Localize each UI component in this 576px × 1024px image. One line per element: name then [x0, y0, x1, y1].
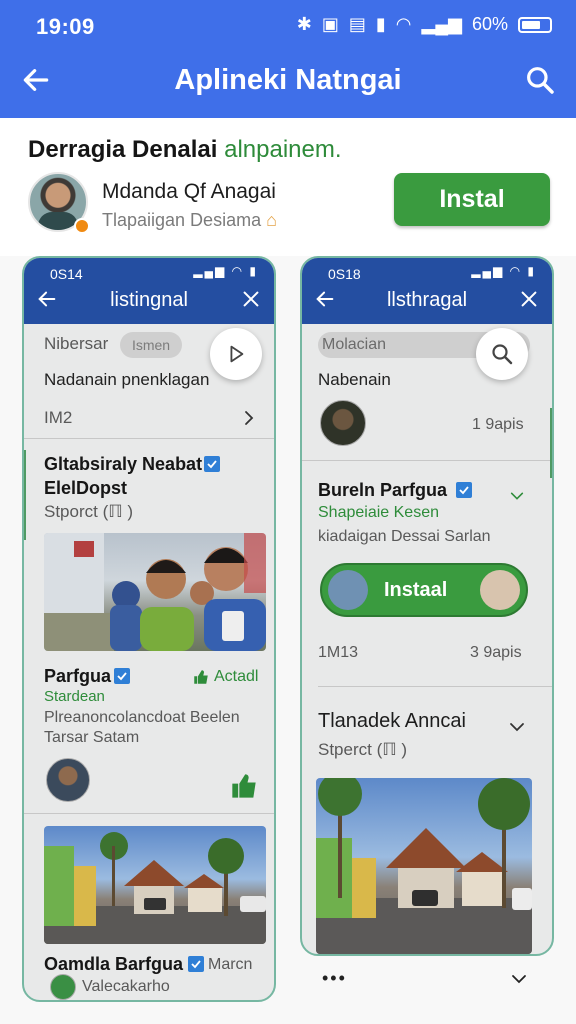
list-row-2[interactable]: IM2	[44, 408, 72, 428]
search-icon[interactable]	[524, 64, 556, 96]
chevron-down-icon[interactable]	[506, 718, 528, 736]
verified-icon	[456, 482, 472, 498]
divider	[24, 813, 274, 814]
post-tag: Marcn	[208, 956, 253, 973]
calendar-icon: ▣	[321, 14, 339, 34]
install-pill-button[interactable]: Instaal	[320, 563, 528, 617]
chevron-right-icon[interactable]	[240, 408, 258, 428]
list-row-1[interactable]: Nadanain pnenklagan	[44, 370, 209, 390]
list-row-1[interactable]: Nabenain	[318, 370, 391, 390]
install-button[interactable]: Instal	[394, 173, 550, 226]
selfie-photo[interactable]	[44, 533, 266, 651]
headline: Derragia Denalai alnpainem.	[28, 136, 342, 164]
post-author-2: Oamdla Barfgua	[44, 954, 184, 974]
verified-icon	[114, 668, 130, 684]
status-time: 19:09	[36, 14, 95, 39]
card-status-icons: ▂▄▆ ◠ ▮	[193, 264, 258, 278]
app-bar: Aplineki Natngai	[0, 52, 576, 118]
card-time: 0S14	[50, 266, 83, 282]
post-title: Tlanadek Anncai	[318, 710, 466, 732]
card-right-header: 0S18 ▂▄▆ ◠ ▮ llsthragal	[302, 258, 552, 324]
post-subtitle: Stperct (ℿ )	[318, 740, 408, 759]
selection-stripe	[24, 450, 26, 540]
post-subtitle: Stporct (ℿ )	[44, 502, 134, 521]
search-button[interactable]	[476, 328, 528, 380]
small-avatar	[50, 974, 76, 1000]
app-title: Aplineki Natngai	[174, 64, 402, 96]
install-pill-label: Instaal	[384, 579, 448, 601]
bluetooth-icon: ✱	[296, 14, 312, 34]
battery-text: 60%	[471, 14, 508, 34]
play-icon	[230, 345, 244, 363]
play-button[interactable]	[210, 328, 262, 380]
card-title: listingnal	[110, 289, 188, 311]
pill-avatar-left	[328, 570, 368, 610]
action-label[interactable]: Actadl	[214, 668, 258, 686]
search-label: Molacian	[322, 336, 387, 353]
thumbs-up-icon	[194, 670, 208, 684]
content-area: 0S14 ▂▄▆ ◠ ▮ listingnal Nibersar Ismen N…	[0, 256, 576, 1024]
profile-subtitle: Tlapaiigan Desiama ⌂	[102, 210, 277, 230]
screenshot-card-right[interactable]: 0S18 ▂▄▆ ◠ ▮ llsthragal Molacian Nabenai…	[300, 256, 554, 956]
header-area: Derragia Denalai alnpainem. Mdanda Qf An…	[0, 118, 576, 256]
verified-icon	[188, 956, 204, 972]
card-title: llsthragal	[386, 289, 468, 311]
post-author-sub: Shapeiaie Kesen	[318, 504, 439, 521]
temple-photo-right[interactable]	[316, 778, 532, 954]
post-author-sub: Stardean	[44, 688, 105, 705]
search-pill[interactable]: Ismen	[120, 332, 182, 358]
temple-image	[316, 778, 532, 954]
post-author: Parfgua	[44, 666, 112, 686]
battery-icon	[518, 16, 552, 33]
lock-icon: ▮	[375, 14, 386, 34]
chevron-down-icon[interactable]	[508, 488, 526, 504]
row-meta-2: 3 9apis	[470, 644, 522, 661]
card-left-header: 0S14 ▂▄▆ ◠ ▮ listingnal	[24, 258, 274, 324]
list-row-2[interactable]: 1M13	[318, 644, 358, 662]
temple-photo-left[interactable]	[44, 826, 266, 944]
post-author-2-sub: Valecakarho	[82, 978, 170, 995]
divider	[318, 686, 552, 687]
card-status-icons: ▂▄▆ ◠ ▮	[471, 264, 536, 278]
wifi-icon: ◠	[395, 14, 412, 34]
post-title-line1: Gltabsiraly Neabat	[44, 454, 203, 474]
profile-name: Mdanda Qf Anagai	[102, 180, 276, 203]
headline-accent: alnpainem.	[224, 136, 342, 163]
row-meta: 1 9apis	[472, 416, 524, 433]
close-icon[interactable]	[240, 288, 262, 310]
pill-avatar-right	[480, 570, 520, 610]
post-desc-1: Plreanoncolancdoat Beelen	[44, 709, 240, 726]
row-avatar[interactable]	[320, 400, 366, 446]
home-icon: ⌂	[266, 210, 277, 230]
screenshot-card-left[interactable]: 0S14 ▂▄▆ ◠ ▮ listingnal Nibersar Ismen N…	[22, 256, 276, 1002]
search-label: Nibersar	[44, 334, 109, 353]
post-desc-2: Tarsar Satam	[44, 729, 140, 746]
thumbs-up-icon[interactable]	[230, 772, 258, 800]
post-desc: kiadaigan Dessai Sarlan	[318, 528, 491, 545]
close-icon[interactable]	[518, 288, 540, 310]
notification-icon: ▤	[348, 14, 366, 34]
post-author: Bureln Parfgua	[318, 480, 448, 500]
selection-stripe	[550, 408, 552, 478]
verified-icon	[204, 456, 220, 472]
temple-image	[44, 832, 266, 944]
post-title-line2: ElelDopst	[44, 478, 128, 498]
card-time: 0S18	[328, 266, 361, 282]
status-dot	[74, 218, 90, 234]
headline-main: Derragia Denalai	[28, 136, 218, 163]
status-icons: ✱ ▣ ▤ ▮ ◠ ▂▄▆ 60%	[297, 14, 552, 35]
divider	[24, 438, 274, 439]
status-bar: 19:09 ✱ ▣ ▤ ▮ ◠ ▂▄▆ 60%	[0, 0, 576, 52]
more-options[interactable]: •••	[322, 968, 347, 989]
signal-icon: ▂▄▆	[421, 14, 462, 34]
selfie-image	[44, 533, 266, 651]
search-icon	[492, 344, 513, 365]
commenter-avatar[interactable]	[46, 758, 90, 802]
divider	[302, 460, 552, 461]
chevron-down-icon[interactable]	[508, 970, 530, 988]
